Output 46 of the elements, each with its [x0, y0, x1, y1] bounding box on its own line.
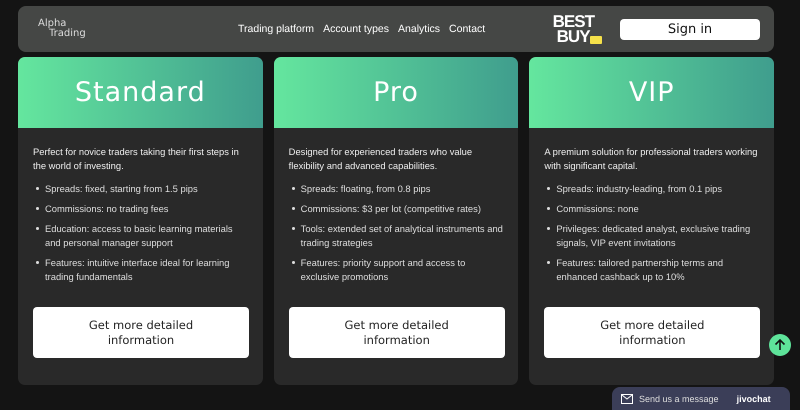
plan-title: Standard [74, 77, 206, 108]
plan-title: Pro [373, 77, 419, 108]
feature-text: Spreads: fixed, starting from 1.5 pips [45, 182, 199, 196]
bullet-icon [547, 207, 550, 210]
feature-text: Privileges: dedicated analyst, exclusive trading signals, VIP event invitations [556, 222, 752, 250]
bullet-icon [36, 187, 39, 190]
nav-link[interactable]: Trading platform [238, 23, 314, 35]
chat-brand: jivochat [736, 394, 771, 404]
bullet-icon [547, 227, 550, 230]
partner-logo: BEST BUY [552, 14, 602, 44]
feature-text: Spreads: floating, from 0.8 pips [300, 182, 432, 196]
mail-icon [621, 394, 633, 404]
plan-description: Designed for experienced traders who value flexibility and advanced capabilities. [288, 145, 474, 172]
bullet-icon [36, 207, 39, 210]
nav-link[interactable]: Account types [323, 23, 390, 35]
feature-text: Commissions: none [556, 202, 640, 216]
logo-link[interactable]: Alpha Trading [38, 19, 238, 39]
bullet-icon [292, 187, 295, 190]
arrow-up-icon [774, 339, 786, 351]
sign-in-button[interactable]: Sign in [620, 18, 760, 40]
nav-link[interactable]: Contact [449, 23, 486, 35]
feature-text: Features: priority support and access to exclusive promotions [300, 256, 466, 284]
bullet-icon [36, 227, 39, 230]
scroll-up-button[interactable] [769, 334, 791, 356]
feature-text: Education: access to basic learning materials and personal manager support [45, 222, 234, 250]
nav-link[interactable]: Analytics [398, 23, 440, 35]
feature-text: Commissions: no trading fees [45, 202, 170, 216]
details-button[interactable]: Get more detailed information [33, 307, 249, 358]
bullet-icon [292, 227, 295, 230]
bullet-icon [547, 187, 550, 190]
details-button[interactable]: Get more detailed information [288, 307, 505, 358]
chat-widget[interactable]: Send us a message jivochat [612, 387, 790, 410]
details-button[interactable]: Get more detailed information [544, 307, 760, 358]
feature-text: Commissions: $3 per lot (competitive rates) [300, 202, 482, 216]
feature-text: Spreads: industry-leading, from 0.1 pips [556, 182, 724, 196]
feature-text: Features: tailored partnership terms and enhanced cashback up to 10% [556, 256, 724, 284]
plan-description: A premium solution for professional traders working with significant capital. [544, 145, 758, 172]
bullet-icon [36, 261, 39, 264]
bullet-icon [547, 261, 550, 264]
bullet-icon [292, 207, 295, 210]
feature-text: Tools: extended set of analytical instruments and trading strategies [300, 222, 504, 250]
bullet-icon [292, 261, 295, 264]
chat-label: Send us a message [639, 394, 719, 404]
feature-text: Features: intuitive interface ideal for learning trading fundamentals [45, 256, 230, 284]
plan-title: VIP [628, 77, 675, 108]
plan-description: Perfect for novice traders taking their first steps in the world of investing. [33, 145, 240, 172]
